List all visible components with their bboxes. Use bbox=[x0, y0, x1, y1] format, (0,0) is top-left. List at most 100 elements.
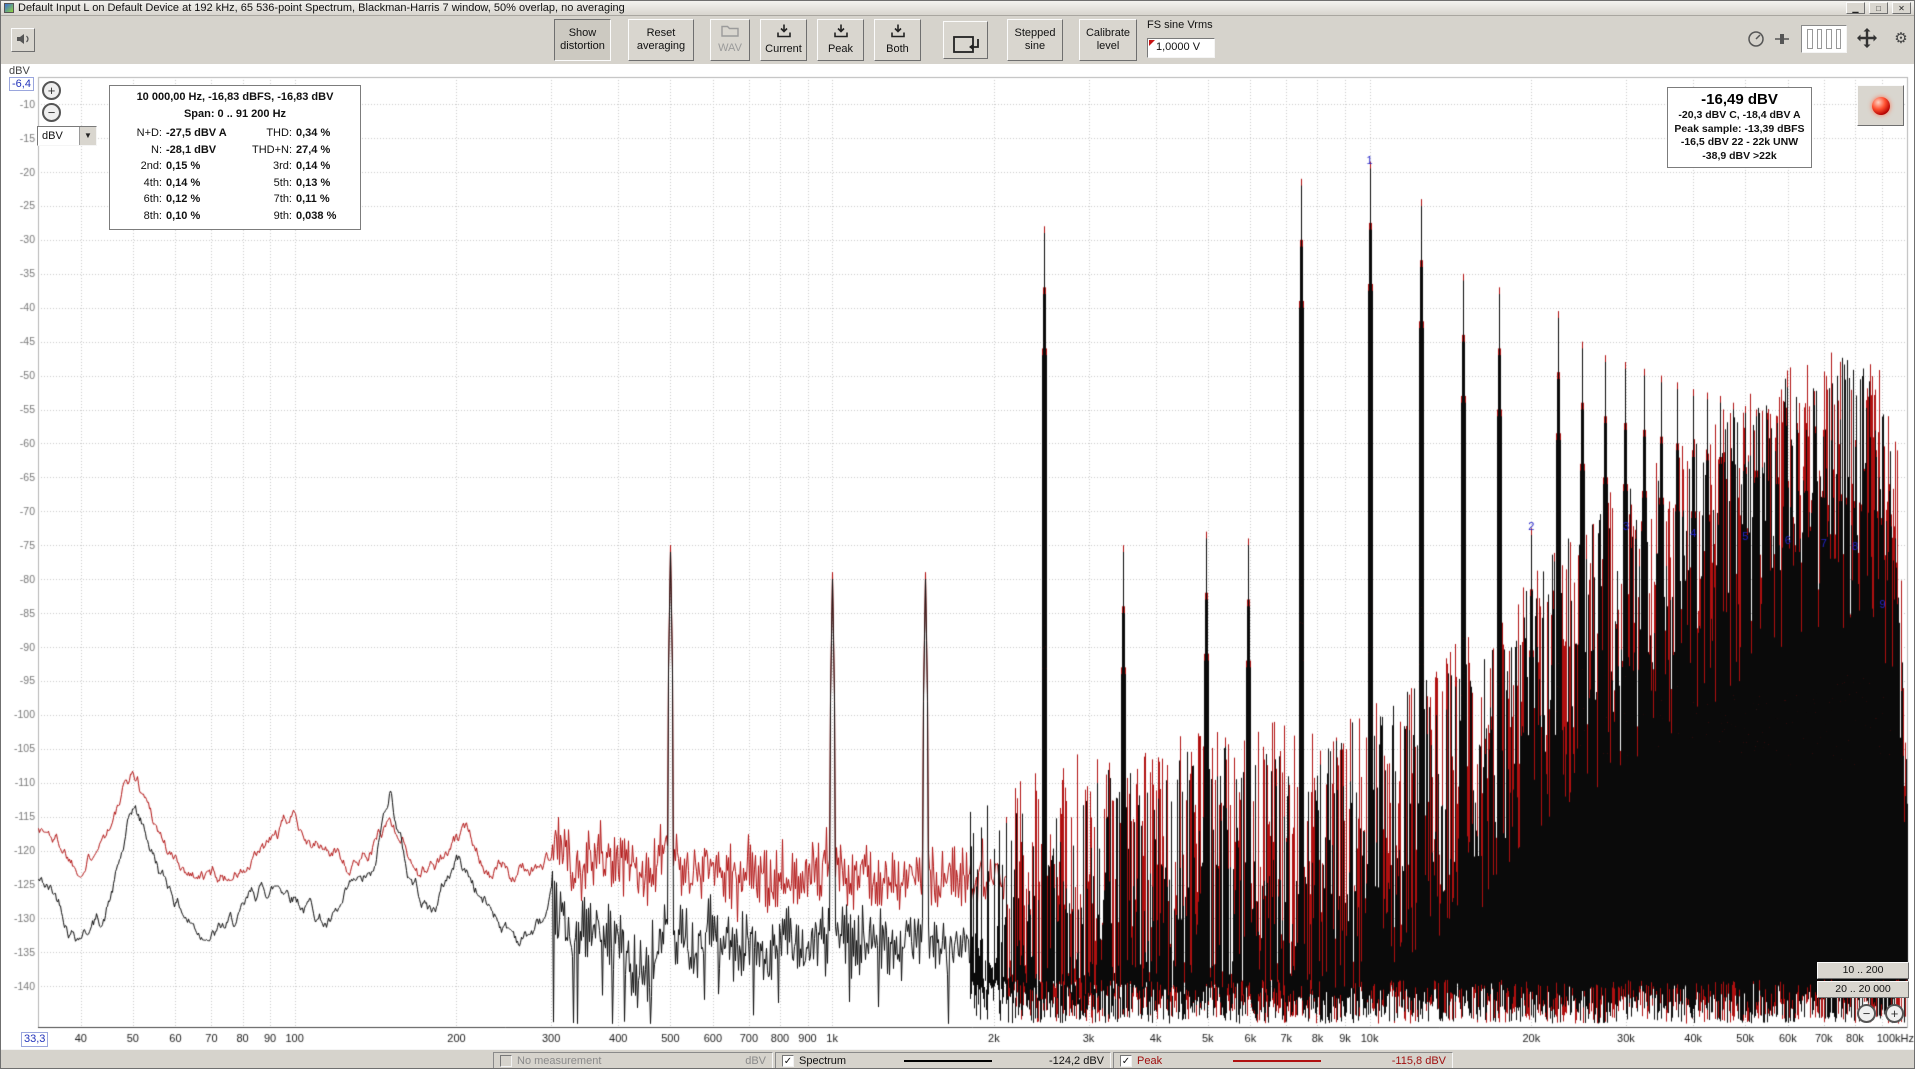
peak-trace-panel: Peak -115,8 dBV bbox=[1113, 1052, 1453, 1069]
toolbar: Show distortion Reset averaging WAV Curr… bbox=[1, 16, 1914, 64]
y-unit-selector-value: dBV bbox=[38, 127, 79, 145]
wav-button[interactable]: WAV bbox=[710, 19, 750, 61]
reset-averaging-button[interactable]: Reset averaging bbox=[628, 19, 694, 61]
stat-label: 8th: bbox=[118, 208, 166, 225]
stat-value: 0,13 % bbox=[296, 175, 356, 192]
window-title: Default Input L on Default Device at 192… bbox=[18, 2, 1842, 14]
level-readout-box: -16,49 dBV -20,3 dBV C, -18,4 dBV A Peak… bbox=[1667, 87, 1812, 168]
stat-value: -28,1 dBV bbox=[166, 142, 242, 159]
stat-value: -27,5 dBV A bbox=[166, 125, 242, 142]
stat-value: 0,14 % bbox=[166, 175, 242, 192]
close-button[interactable]: ✕ bbox=[1892, 2, 1911, 14]
marker-span-line: Span: 0 .. 91 200 Hz bbox=[110, 106, 360, 123]
stat-value: 0,038 % bbox=[296, 208, 356, 225]
stat-label: 7th: bbox=[242, 191, 296, 208]
stepped-loop-icon bbox=[952, 21, 980, 59]
show-distortion-button[interactable]: Show distortion bbox=[554, 19, 611, 61]
range-20-20000-button[interactable]: 20 .. 20 000 bbox=[1817, 981, 1909, 998]
fs-sine-input[interactable]: 1,0000 V bbox=[1147, 38, 1215, 58]
zoom-in-y-button[interactable]: + bbox=[42, 81, 61, 100]
stat-label: 9th: bbox=[242, 208, 296, 225]
stat-value: 0,11 % bbox=[296, 191, 356, 208]
maximize-button[interactable]: □ bbox=[1869, 2, 1888, 14]
knob-icon[interactable] bbox=[1745, 28, 1767, 50]
fs-sine-label: FS sine Vrms bbox=[1147, 19, 1213, 31]
peak-checkbox[interactable] bbox=[1120, 1055, 1132, 1067]
stat-label: 3rd: bbox=[242, 158, 296, 175]
stat-label: N+D: bbox=[118, 125, 166, 142]
x-axis-start-value[interactable]: 33,3 bbox=[21, 1032, 48, 1047]
stat-label: 2nd: bbox=[118, 158, 166, 175]
stat-value: 0,12 % bbox=[166, 191, 242, 208]
red-flag-icon bbox=[1149, 40, 1155, 46]
peak-trace-label: Peak bbox=[1137, 1055, 1162, 1067]
no-measurement-checkbox[interactable] bbox=[500, 1055, 512, 1067]
loop-button[interactable] bbox=[943, 21, 988, 59]
gear-icon[interactable]: ⚙ bbox=[1891, 28, 1911, 48]
y-axis-unit-label: dBV bbox=[9, 65, 30, 77]
spectrum-line-sample bbox=[904, 1060, 992, 1062]
save-icon bbox=[833, 24, 849, 42]
no-measurement-label: No measurement bbox=[517, 1055, 601, 1067]
titlebar: Default Input L on Default Device at 192… bbox=[1, 1, 1914, 16]
folder-icon bbox=[721, 25, 739, 41]
y-unit-selector[interactable]: dBV ▼ bbox=[37, 126, 97, 146]
stat-label: THD: bbox=[242, 125, 296, 142]
zoom-out-x-button[interactable]: − bbox=[1857, 1004, 1876, 1023]
distortion-table: N+D:-27,5 dBV ATHD:0,34 % N:-28,1 dBVTHD… bbox=[110, 123, 360, 224]
save-current-label: Current bbox=[765, 43, 802, 56]
y-axis-top-value[interactable]: -6,4 bbox=[9, 77, 34, 91]
save-both-button[interactable]: Both bbox=[874, 19, 921, 61]
stat-value: 0,14 % bbox=[296, 158, 356, 175]
minimize-button[interactable]: ▁ bbox=[1846, 2, 1865, 14]
save-peak-label: Peak bbox=[828, 43, 853, 56]
status-bar: No measurement dBV Spectrum -124,2 dBV P… bbox=[1, 1049, 1914, 1069]
record-icon bbox=[1872, 97, 1890, 115]
save-current-button[interactable]: Current bbox=[760, 19, 807, 61]
save-peak-button[interactable]: Peak bbox=[817, 19, 864, 61]
stat-value: 27,4 % bbox=[296, 142, 356, 159]
marker-readout-box: 10 000,00 Hz, -16,83 dBFS, -16,83 dBV Sp… bbox=[109, 85, 361, 230]
app-icon bbox=[4, 3, 14, 13]
level-above22k-line: -38,9 dBV >22k bbox=[1668, 150, 1811, 164]
stat-label: 5th: bbox=[242, 175, 296, 192]
zoom-in-x-button[interactable]: + bbox=[1885, 1004, 1904, 1023]
record-button[interactable] bbox=[1857, 85, 1904, 126]
level-weighted-line: -20,3 dBV C, -18,4 dBV A bbox=[1668, 109, 1811, 123]
spectrum-trace-panel: Spectrum -124,2 dBV bbox=[775, 1052, 1111, 1069]
app-window: Default Input L on Default Device at 192… bbox=[0, 0, 1915, 1069]
chevron-down-icon[interactable]: ▼ bbox=[79, 127, 96, 145]
calibrate-level-button[interactable]: Calibrate level bbox=[1079, 19, 1137, 61]
save-icon bbox=[890, 24, 906, 42]
spectrum-cursor-value: -124,2 dBV bbox=[1049, 1055, 1104, 1067]
peak-cursor-value: -115,8 dBV bbox=[1392, 1055, 1446, 1067]
zoom-out-y-button[interactable]: − bbox=[42, 103, 61, 122]
no-measurement-unit: dBV bbox=[745, 1055, 766, 1067]
spectrum-trace-label: Spectrum bbox=[799, 1055, 846, 1067]
fader-icon[interactable] bbox=[1771, 28, 1793, 50]
stat-value: 0,10 % bbox=[166, 208, 242, 225]
range-10-200-button[interactable]: 10 .. 200 bbox=[1817, 962, 1909, 979]
save-icon bbox=[776, 24, 792, 42]
wav-label: WAV bbox=[718, 42, 742, 55]
save-both-label: Both bbox=[886, 43, 909, 56]
speaker-icon bbox=[15, 32, 31, 49]
measurement-panel: No measurement dBV bbox=[493, 1052, 773, 1069]
stat-label: N: bbox=[118, 142, 166, 159]
level-main-value: -16,49 dBV bbox=[1668, 90, 1811, 109]
pan-arrows-icon[interactable] bbox=[1853, 25, 1881, 53]
stat-label: THD+N: bbox=[242, 142, 296, 159]
stepped-sine-button[interactable]: Stepped sine bbox=[1007, 19, 1063, 61]
spectrum-chart: dBV -6,4 + − dBV ▼ 10 000,00 Hz, -16,83 … bbox=[1, 64, 1915, 1049]
level-band-line: -16,5 dBV 22 - 22k UNW bbox=[1668, 136, 1811, 150]
spectrum-checkbox[interactable] bbox=[782, 1055, 794, 1067]
stat-label: 4th: bbox=[118, 175, 166, 192]
stat-label: 6th: bbox=[118, 191, 166, 208]
peak-line-sample bbox=[1233, 1060, 1321, 1062]
stat-value: 0,34 % bbox=[296, 125, 356, 142]
stat-value: 0,15 % bbox=[166, 158, 242, 175]
marker-frequency-line: 10 000,00 Hz, -16,83 dBFS, -16,83 dBV bbox=[110, 89, 360, 106]
level-meter-icon[interactable] bbox=[1801, 25, 1847, 53]
level-peak-sample-line: Peak sample: -13,39 dBFS bbox=[1668, 123, 1811, 137]
device-button[interactable] bbox=[11, 28, 35, 52]
